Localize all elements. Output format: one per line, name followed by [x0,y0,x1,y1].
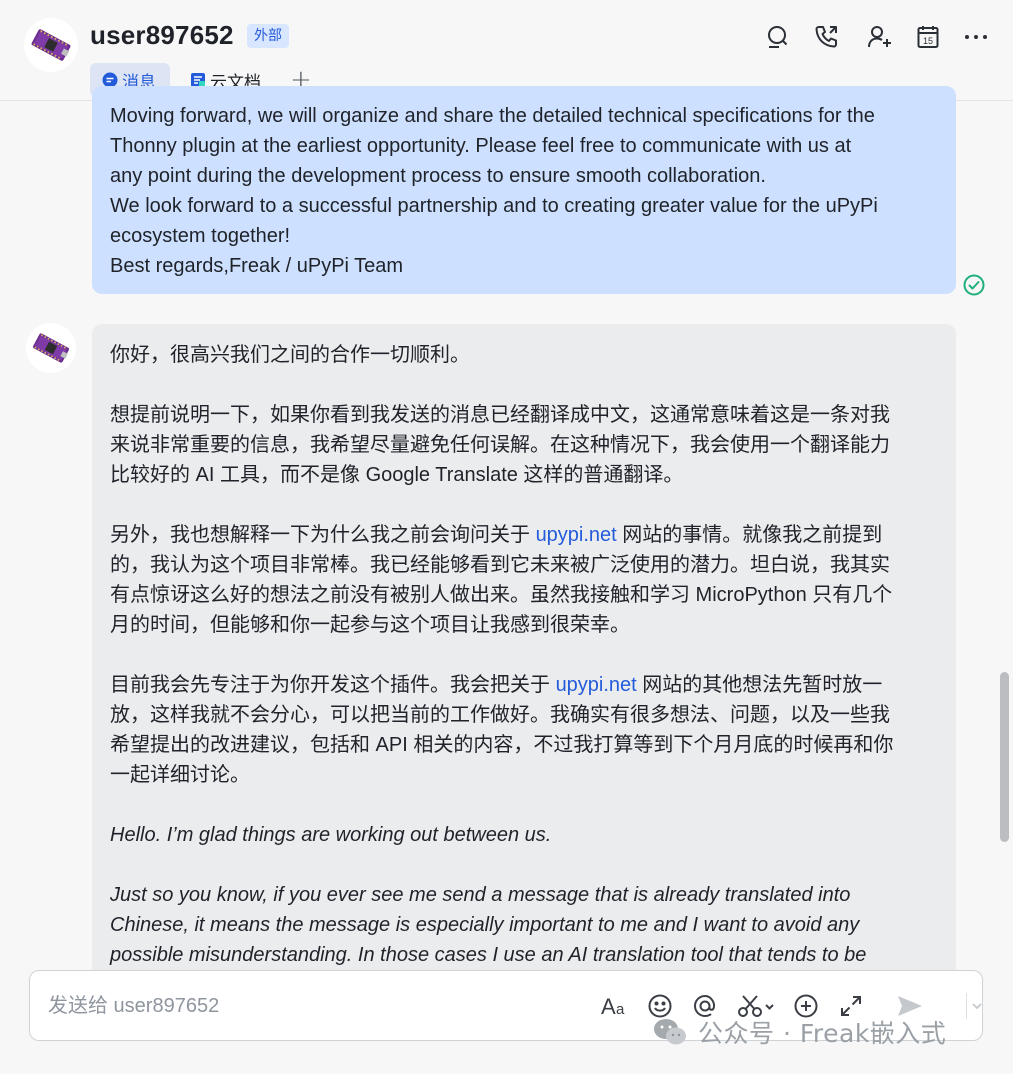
message-line: Just so you know, if you ever see me sen… [110,884,851,906]
contact-name[interactable]: user897652 [90,20,234,51]
message-input[interactable] [48,993,568,1019]
watermark: 公众号 · Freak嵌入式 [652,1012,946,1052]
calendar-icon[interactable]: 15 [913,22,943,52]
upypi-link[interactable]: upypi.net [556,674,637,696]
add-member-icon[interactable] [865,22,895,52]
message-line: 月的时间，但能够和你一起参与这个项目让我感到很荣幸。 [110,614,630,636]
message-line: 另外，我也想解释一下为什么我之前会询问关于 upypi.net 网站的事情。就像… [110,524,883,546]
text-format-icon[interactable]: A a [600,991,630,1021]
more-icon[interactable] [961,22,991,52]
composer-divider [966,993,967,1019]
outgoing-message-text: Moving forward, we will organize and sha… [110,101,940,281]
message-line: Hello. I’m glad things are working out b… [110,824,552,846]
message-line: 希望提出的改进建议，包括和 API 相关的内容，不过我打算等到下个月月底的时候再… [110,734,894,756]
message-line: Best regards,Freak / uPyPi Team [110,255,404,277]
message-line: Thonny plugin at the earliest opportunit… [110,135,852,157]
sender-avatar[interactable] [26,323,76,373]
scrollbar-thumb[interactable] [1000,672,1009,842]
message-line: We look forward to a successful partners… [110,195,878,217]
message-line: 一起详细讨论。 [110,764,250,786]
board-avatar-image [26,323,76,373]
svg-text:A: A [601,994,616,1019]
chevron-down-icon[interactable] [970,991,984,1021]
wechat-logo-icon [654,1019,686,1045]
message-line: ecosystem together! [110,225,291,247]
incoming-message-text: 你好，很高兴我们之间的合作一切顺利。 想提前说明一下，如果你看到我发送的消息已经… [110,340,940,970]
phone-icon[interactable] [811,22,841,52]
watermark-text: 公众号 · Freak嵌入式 [698,1019,947,1048]
message-line: 有点惊讶这么好的想法之前没有被别人做出来。虽然我接触和学习 MicroPytho… [110,584,893,606]
message-line: any point during the development process… [110,165,766,187]
message-line: 想提前说明一下，如果你看到我发送的消息已经翻译成中文，这通常意味着这是一条对我 [110,404,890,426]
upypi-link[interactable]: upypi.net [536,524,617,546]
message-line: 放，这样我就不会分心，可以把当前的工作做好。我确实有很多想法、问题，以及一些我 [110,704,890,726]
message-line: possible misunderstanding. In those case… [110,944,867,966]
message-line: Chinese, it means the message is especia… [110,914,860,936]
search-icon[interactable] [762,22,792,52]
message-line: 目前我会先专注于为你开发这个插件。我会把关于 upypi.net 网站的其他想法… [110,674,883,696]
message-line: 来说非常重要的信息，我希望尽量避免任何误解。在这种情况下，我会使用一个翻译能力 [110,434,890,456]
external-badge: 外部 [247,24,289,48]
read-status-icon [963,274,985,296]
message-line: 比较好的 AI 工具，而不是像 Google Translate 这样的普通翻译… [110,464,684,486]
message-line: 你好，很高兴我们之间的合作一切顺利。 [110,344,470,366]
svg-text:15: 15 [923,36,933,46]
message-line: 的，我认为这个项目非常棒。我已经能够看到它未来被广泛使用的潜力。坦白说，我其实 [110,554,890,576]
board-avatar-image [24,18,78,72]
contact-avatar[interactable] [24,18,78,72]
message-line: Moving forward, we will organize and sha… [110,105,875,127]
svg-text:a: a [616,1001,625,1018]
